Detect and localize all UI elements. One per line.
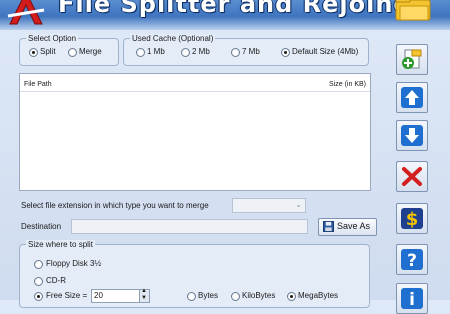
floppy-label: Floppy Disk 3½ — [46, 259, 102, 268]
megabytes-label: MegaBytes — [298, 291, 339, 300]
arrow-up-icon — [401, 87, 423, 108]
help-button[interactable]: ? — [396, 244, 428, 275]
column-header-size[interactable]: Size (in KB) — [329, 81, 366, 88]
cache-1mb-radio[interactable] — [136, 48, 145, 57]
cdr-label: CD-R — [46, 276, 66, 285]
remove-button[interactable] — [396, 161, 428, 192]
destination-input[interactable] — [71, 219, 308, 234]
cache-2mb-radio[interactable] — [181, 48, 190, 57]
file-list-table[interactable]: File Path Size (in KB) — [19, 73, 371, 191]
info-icon: i — [401, 288, 423, 310]
cdr-radio[interactable] — [34, 277, 43, 286]
arrow-down-icon — [401, 125, 423, 146]
kilobytes-label: KiloBytes — [242, 291, 276, 300]
chevron-down-icon: ⌄ — [295, 200, 302, 209]
select-option-legend: Select Option — [26, 34, 79, 43]
column-header-file-path[interactable]: File Path — [24, 81, 52, 88]
app-title: File Splitter and Rejoiner — [58, 0, 424, 18]
split-radio[interactable] — [29, 48, 38, 57]
bytes-label: Bytes — [198, 291, 219, 300]
table-header-divider — [20, 91, 370, 92]
svg-text:$: $ — [406, 209, 419, 230]
title-bar: File Splitter and Rejoiner — [0, 0, 450, 30]
split-label: Split — [40, 47, 56, 56]
floppy-radio[interactable] — [34, 260, 43, 269]
cache-7mb-radio[interactable] — [231, 48, 240, 57]
free-size-stepper[interactable]: ▲ ▼ — [139, 288, 150, 303]
help-icon: ? — [401, 249, 423, 271]
stepper-down-icon[interactable]: ▼ — [141, 295, 147, 301]
app-logo-icon — [7, 0, 45, 25]
merge-extension-select[interactable]: ⌄ — [232, 198, 306, 213]
merge-radio[interactable] — [68, 48, 77, 57]
cache-1mb-label: 1 Mb — [147, 47, 165, 56]
dollar-icon: $ — [401, 208, 423, 230]
folder-icon — [395, 0, 431, 21]
add-file-button[interactable] — [396, 44, 428, 75]
used-cache-group: Used Cache (Optional) 1 Mb 2 Mb 7 Mb Def… — [123, 34, 369, 66]
destination-label: Destination — [21, 222, 62, 231]
merge-label: Merge — [79, 47, 102, 56]
move-down-button[interactable] — [396, 120, 428, 151]
save-as-label: Save As — [337, 221, 371, 231]
add-file-icon — [402, 49, 422, 69]
stepper-up-icon[interactable]: ▲ — [141, 288, 147, 294]
floppy-save-icon — [323, 221, 334, 232]
split-size-legend: Size where to split — [26, 240, 95, 249]
split-size-group: Size where to split Floppy Disk 3½ CD-R … — [19, 240, 370, 308]
svg-text:i: i — [409, 290, 415, 310]
cache-7mb-label: 7 Mb — [242, 47, 260, 56]
free-size-value: 20 — [94, 291, 103, 300]
remove-icon — [402, 167, 422, 186]
select-option-group: Select Option Split Merge — [19, 34, 119, 66]
cache-default-label: Default Size (4Mb) — [292, 47, 359, 56]
buy-button[interactable]: $ — [396, 203, 428, 234]
used-cache-legend: Used Cache (Optional) — [130, 34, 216, 43]
save-as-button[interactable]: Save As — [318, 218, 377, 236]
cache-default-radio[interactable] — [281, 48, 290, 57]
move-up-button[interactable] — [396, 82, 428, 113]
info-button[interactable]: i — [396, 283, 428, 314]
free-size-label: Free Size = — [46, 291, 88, 300]
cache-2mb-label: 2 Mb — [192, 47, 210, 56]
merge-extension-label: Select file extension in which type you … — [21, 201, 209, 210]
svg-text:?: ? — [407, 251, 417, 271]
